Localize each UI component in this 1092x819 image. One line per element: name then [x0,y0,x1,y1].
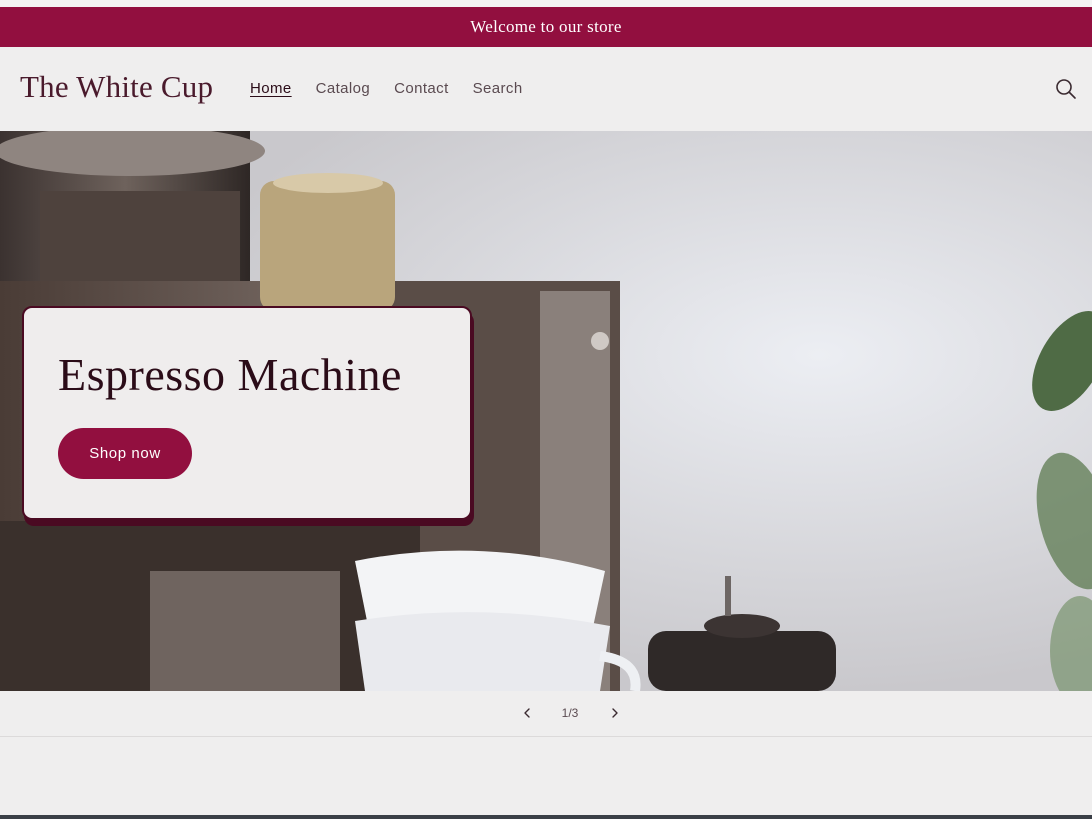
chevron-right-icon[interactable] [607,705,623,721]
shop-now-button[interactable]: Shop now [58,428,192,479]
slider-controls: 1/3 [0,691,1092,737]
hero-card: Espresso Machine Shop now [22,306,472,520]
main-nav: Home Catalog Contact Search [250,80,547,97]
announcement-bar: Welcome to our store [0,7,1092,47]
nav-catalog[interactable]: Catalog [316,80,371,97]
slide-counter: 1/3 [561,706,579,720]
chevron-left-icon[interactable] [519,705,535,721]
bottom-edge-bar [0,815,1092,819]
nav-contact[interactable]: Contact [394,80,449,97]
search-icon[interactable] [1054,77,1078,101]
browser-top-strip [0,0,1092,7]
nav-search[interactable]: Search [473,80,523,97]
site-header: The White Cup Home Catalog Contact Searc… [0,47,1092,131]
nav-home[interactable]: Home [250,80,292,97]
store-logo[interactable]: The White Cup [20,69,213,105]
hero-slideshow: Espresso Machine Shop now [0,131,1092,691]
hero-title: Espresso Machine [58,349,402,400]
announcement-text: Welcome to our store [470,17,622,36]
